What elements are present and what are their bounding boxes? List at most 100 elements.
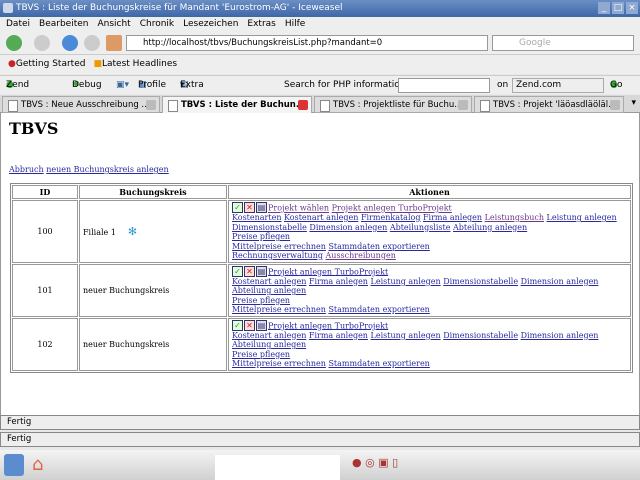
action-link[interactable]: Preise pflegen	[232, 232, 290, 241]
action-link[interactable]: Leistung anlegen	[371, 331, 441, 340]
action-link[interactable]: Firmenkatalog	[361, 213, 421, 222]
tab-projektliste[interactable]: TBVS : Projektliste für Buchu...	[314, 96, 472, 113]
home-icon[interactable]	[106, 35, 122, 51]
tab-close-icon[interactable]	[458, 100, 468, 110]
tab-bar: TBVS : Neue Ausschreibung ... TBVS : Lis…	[0, 95, 640, 113]
home-folder-icon[interactable]: ⌂	[32, 454, 43, 475]
menu-extras[interactable]: Extras	[247, 17, 275, 31]
action-link[interactable]: Dimensionstabelle	[443, 277, 518, 286]
action-link[interactable]: Mittelpreise errechnen	[232, 359, 326, 368]
menu-bearbeiten[interactable]: Bearbeiten	[39, 17, 88, 31]
monitor-icon[interactable]: ▣▾	[116, 76, 129, 95]
minimize-button[interactable]: _	[598, 2, 610, 14]
page-title: TBVS	[9, 119, 59, 138]
action-link[interactable]: Dimensionstabelle	[232, 223, 307, 232]
stop-icon[interactable]	[84, 35, 100, 51]
reload-icon[interactable]	[62, 35, 78, 51]
url-input[interactable]: http://localhost/tbvs/BuchungskreisList.…	[126, 35, 488, 51]
menu-lesezeichen[interactable]: Lesezeichen	[183, 17, 238, 31]
status-bar: Fertig	[0, 415, 640, 430]
action-link[interactable]: Leistung anlegen	[371, 277, 441, 286]
php-search-input[interactable]	[398, 78, 490, 93]
action-link[interactable]: Stammdaten exportieren	[328, 242, 429, 251]
action-link[interactable]: Preise pflegen	[232, 350, 290, 359]
row-actions: ✓ ✕ ▤ Projekt anlegen TurboProjekt Kostenar…	[228, 317, 631, 371]
buchungskreis-table: ID Buchungskreis Aktionen 100 Filiale 1 ✻ ✓…	[10, 183, 633, 373]
taskbar: ⌂ ● ◎ ▣ ▯	[0, 450, 640, 480]
action-link[interactable]: Abteilungsliste	[390, 223, 451, 232]
action-link[interactable]: Dimension anlegen	[309, 223, 387, 232]
kde-menu-icon[interactable]	[4, 454, 24, 476]
php-search-label: Search for PHP information:	[284, 80, 409, 90]
action-link[interactable]: Firma anlegen	[309, 331, 368, 340]
row-buchungskreis: neuer Buchungskreis	[79, 317, 227, 371]
action-link[interactable]: Projekt anlegen TurboProjekt	[268, 321, 388, 330]
maximize-button[interactable]: □	[612, 2, 624, 14]
menu-datei[interactable]: Datei	[6, 17, 30, 31]
row-buchungskreis: Filiale 1 ✻	[79, 200, 227, 263]
action-link[interactable]: Kostenarten	[232, 213, 281, 222]
action-link[interactable]: Dimension anlegen	[521, 277, 599, 286]
action-link[interactable]: Projekt anlegen TurboProjekt	[332, 204, 452, 213]
close-button[interactable]: ×	[626, 2, 638, 14]
gear-icon[interactable]: ✻	[128, 225, 137, 238]
back-icon[interactable]	[6, 35, 22, 51]
check-icon[interactable]: ✓	[232, 202, 243, 213]
menu-chronik[interactable]: Chronik	[140, 17, 174, 31]
action-link[interactable]: Dimensionstabelle	[443, 331, 518, 340]
window-titlebar: TBVS : Liste der Buchungskreise für Mand…	[0, 0, 640, 17]
bookmark-getting-started[interactable]: ●Getting Started	[8, 55, 85, 74]
check-icon[interactable]: ✓	[232, 265, 243, 277]
table-row: 100 Filiale 1 ✻ ✓ ✕ ▤ Projekt wählen Projekt a…	[12, 200, 631, 263]
action-link[interactable]: Projekt anlegen TurboProjekt	[268, 267, 388, 276]
site-select[interactable]: Zend.com	[512, 78, 604, 93]
action-link[interactable]: Abteilung anlegen	[232, 286, 306, 295]
page-content: TBVS Abbruch neuen Buchungskreis anlegen…	[0, 113, 640, 415]
tab-close-icon[interactable]	[146, 100, 156, 110]
tab-projekt[interactable]: TBVS : Projekt 'läöasdläöläl...	[474, 96, 624, 113]
save-icon[interactable]: ▤	[256, 319, 267, 331]
action-link[interactable]: Stammdaten exportieren	[328, 359, 429, 368]
action-link[interactable]: Firma anlegen	[423, 213, 482, 222]
action-link[interactable]: Kostenart anlegen	[284, 213, 358, 222]
tab-neue-ausschreibung[interactable]: TBVS : Neue Ausschreibung ...	[2, 96, 160, 113]
menu-ansicht[interactable]: Ansicht	[97, 17, 130, 31]
action-link[interactable]: Leistung anlegen	[547, 213, 617, 222]
action-link[interactable]: Ausschreibungen	[326, 251, 396, 260]
tab-list-icon[interactable]: ▾	[631, 98, 636, 108]
tab-close-icon[interactable]	[298, 100, 308, 110]
tray-icons[interactable]: ● ◎ ▣ ▯	[352, 456, 398, 469]
action-link[interactable]: Dimension anlegen	[521, 331, 599, 340]
bookmark-latest-headlines[interactable]: ■Latest Headlines	[93, 55, 177, 74]
action-link[interactable]: Firma anlegen	[309, 277, 368, 286]
action-link[interactable]: Rechnungsverwaltung	[232, 251, 323, 260]
menu-hilfe[interactable]: Hilfe	[285, 17, 305, 31]
action-link[interactable]: Abteilung anlegen	[232, 340, 306, 349]
action-link[interactable]: Preise pflegen	[232, 296, 290, 305]
app-icon	[3, 3, 13, 13]
action-link[interactable]: Kostenart anlegen	[232, 331, 306, 340]
abbruch-link[interactable]: Abbruch	[9, 165, 44, 174]
save-icon[interactable]: ▤	[256, 202, 267, 213]
forward-icon[interactable]	[34, 35, 50, 51]
tab-buchungskreise[interactable]: TBVS : Liste der Buchun...	[162, 96, 312, 113]
check-icon[interactable]: ✓	[232, 319, 243, 331]
delete-icon[interactable]: ✕	[244, 202, 255, 213]
action-link[interactable]: Kostenart anlegen	[232, 277, 306, 286]
delete-icon[interactable]: ✕	[244, 319, 255, 331]
action-link[interactable]: Stammdaten exportieren	[328, 305, 429, 314]
window-title: TBVS : Liste der Buchungskreise für Mand…	[16, 3, 343, 13]
delete-icon[interactable]: ✕	[244, 265, 255, 277]
extra-stuff-button[interactable]: ▤Extra Stuff▾	[180, 76, 204, 109]
action-link[interactable]: Leistungsbuch	[485, 213, 544, 222]
action-link[interactable]: Mittelpreise errechnen	[232, 242, 326, 251]
action-link[interactable]: Projekt wählen	[268, 204, 329, 213]
taskbar-pager[interactable]	[215, 455, 340, 480]
new-buchungskreis-link[interactable]: neuen Buchungskreis anlegen	[46, 165, 169, 174]
save-icon[interactable]: ▤	[256, 265, 267, 277]
bookmarks-toolbar: ●Getting Started ■Latest Headlines	[0, 55, 640, 74]
action-link[interactable]: Mittelpreise errechnen	[232, 305, 326, 314]
search-input[interactable]: Google	[492, 35, 634, 51]
tab-close-icon[interactable]	[610, 100, 620, 110]
action-link[interactable]: Abteilung anlegen	[453, 223, 527, 232]
